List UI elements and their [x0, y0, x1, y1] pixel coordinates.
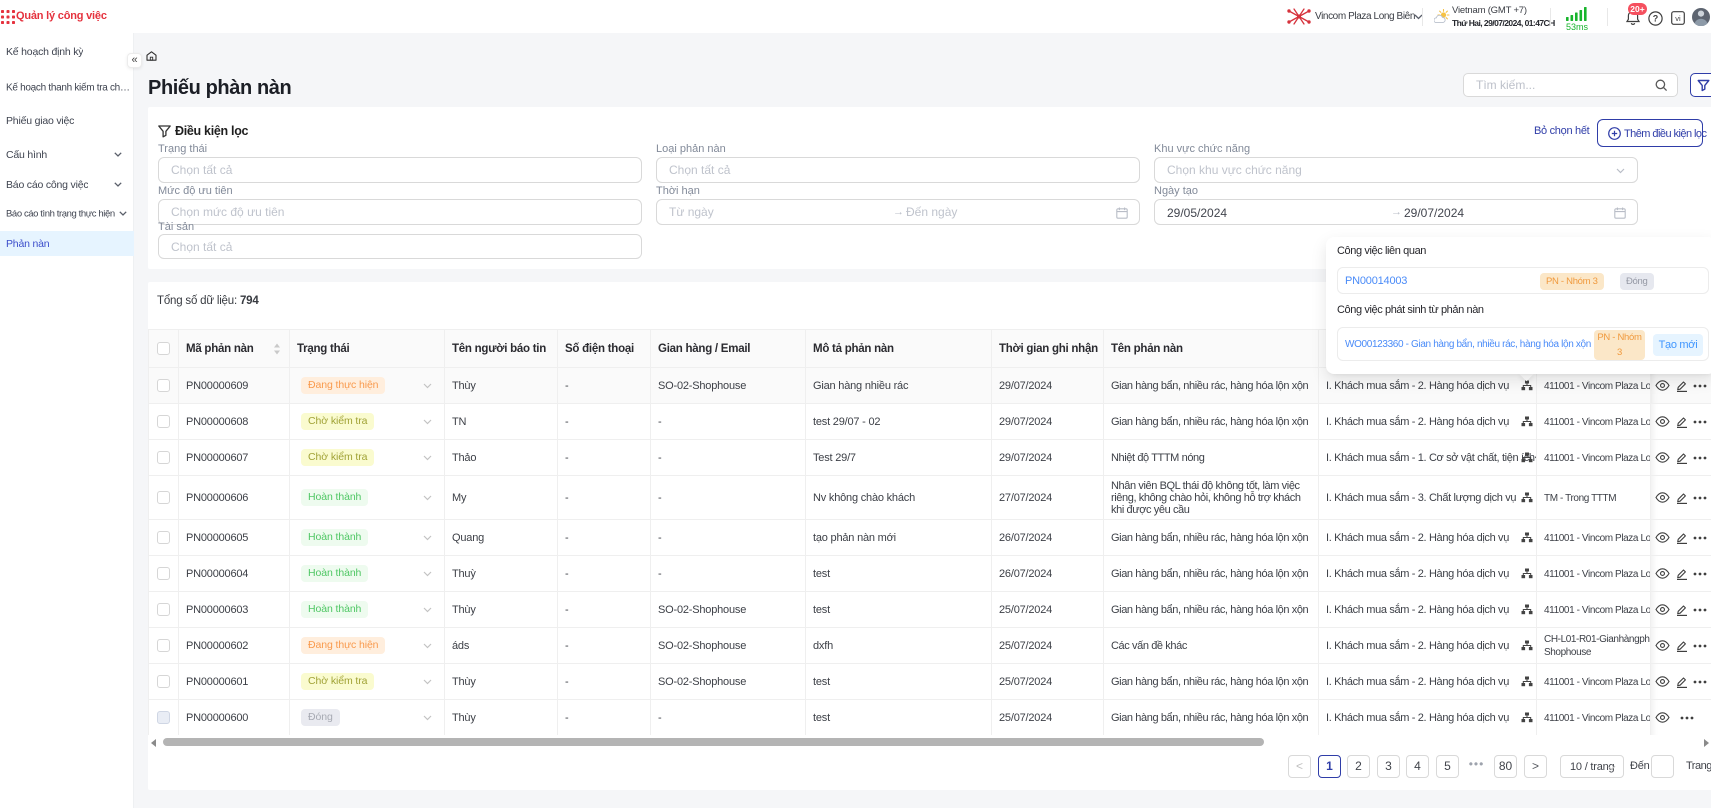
svg-text:?: ? [1653, 14, 1659, 24]
svg-text:vi: vi [1675, 14, 1681, 23]
